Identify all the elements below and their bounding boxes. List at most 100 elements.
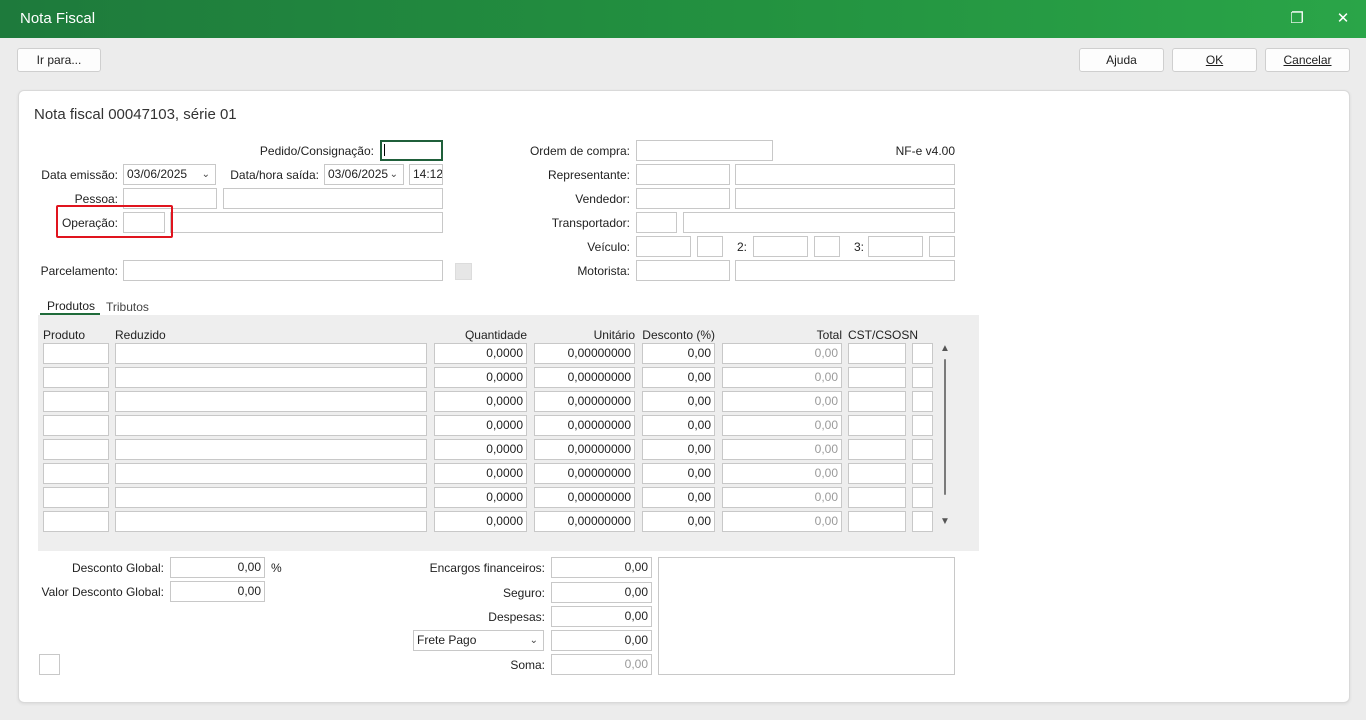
veiculo-plate-input[interactable] (636, 236, 691, 257)
row-extra-cell[interactable] (912, 463, 933, 484)
encargos-input[interactable]: 0,00 (551, 557, 652, 578)
row-extra-cell[interactable] (912, 487, 933, 508)
cell-desconto[interactable]: 0,00 (642, 511, 715, 532)
row-extra-cell[interactable] (912, 367, 933, 388)
cell-cst[interactable] (848, 391, 906, 412)
restore-icon[interactable]: ❐ (1287, 9, 1307, 29)
veiculo-2-uf-input[interactable] (814, 236, 840, 257)
cell-desconto[interactable]: 0,00 (642, 439, 715, 460)
vendedor-name-input[interactable] (735, 188, 955, 209)
cell-quantidade[interactable]: 0,0000 (434, 487, 527, 508)
cell-quantidade[interactable]: 0,0000 (434, 511, 527, 532)
row-extra-cell[interactable] (912, 415, 933, 436)
cell-reduzido[interactable] (115, 463, 427, 484)
cell-unitario[interactable]: 0,00000000 (534, 463, 635, 484)
cell-desconto[interactable]: 0,00 (642, 367, 715, 388)
pedido-input[interactable] (380, 140, 443, 161)
cell-cst[interactable] (848, 511, 906, 532)
transportador-code-input[interactable] (636, 212, 677, 233)
cell-produto[interactable] (43, 439, 109, 460)
cell-unitario[interactable]: 0,00000000 (534, 415, 635, 436)
motorista-code-input[interactable] (636, 260, 730, 281)
cell-unitario[interactable]: 0,00000000 (534, 343, 635, 364)
cell-produto[interactable] (43, 415, 109, 436)
observacoes-textarea[interactable] (658, 557, 955, 675)
cell-cst[interactable] (848, 463, 906, 484)
cell-desconto[interactable]: 0,00 (642, 415, 715, 436)
bottom-checkbox[interactable] (39, 654, 60, 675)
cell-desconto[interactable]: 0,00 (642, 463, 715, 484)
transportador-name-input[interactable] (683, 212, 955, 233)
scroll-down-icon[interactable]: ▼ (940, 516, 950, 527)
operacao-desc-input[interactable] (170, 212, 443, 233)
grid-scrollbar[interactable]: ▲ ▼ (939, 343, 951, 531)
hora-saida-input[interactable]: 14:12 (409, 164, 443, 185)
cell-cst[interactable] (848, 487, 906, 508)
ok-button[interactable]: OK (1172, 48, 1257, 72)
motorista-name-input[interactable] (735, 260, 955, 281)
veiculo-2-plate-input[interactable] (753, 236, 808, 257)
representante-name-input[interactable] (735, 164, 955, 185)
frete-select[interactable]: Frete Pago ⌄ (413, 630, 544, 651)
cell-quantidade[interactable]: 0,0000 (434, 367, 527, 388)
cell-unitario[interactable]: 0,00000000 (534, 439, 635, 460)
cell-produto[interactable] (43, 343, 109, 364)
cell-produto[interactable] (43, 511, 109, 532)
data-saida-picker[interactable]: 03/06/2025 ⌄ (324, 164, 404, 185)
cell-unitario[interactable]: 0,00000000 (534, 511, 635, 532)
veiculo-3-uf-input[interactable] (929, 236, 955, 257)
cell-reduzido[interactable] (115, 511, 427, 532)
cell-quantidade[interactable]: 0,0000 (434, 391, 527, 412)
cell-cst[interactable] (848, 439, 906, 460)
seguro-input[interactable]: 0,00 (551, 582, 652, 603)
row-extra-cell[interactable] (912, 511, 933, 532)
veiculo-uf-input[interactable] (697, 236, 723, 257)
despesas-input[interactable]: 0,00 (551, 606, 652, 627)
cell-unitario[interactable]: 0,00000000 (534, 367, 635, 388)
cell-quantidade[interactable]: 0,0000 (434, 343, 527, 364)
cell-desconto[interactable]: 0,00 (642, 487, 715, 508)
row-extra-cell[interactable] (912, 391, 933, 412)
parcelamento-button[interactable] (455, 263, 472, 280)
cell-unitario[interactable]: 0,00000000 (534, 487, 635, 508)
cell-cst[interactable] (848, 367, 906, 388)
cell-produto[interactable] (43, 391, 109, 412)
row-extra-cell[interactable] (912, 439, 933, 460)
valor-desconto-input[interactable]: 0,00 (170, 581, 265, 602)
cell-quantidade[interactable]: 0,0000 (434, 439, 527, 460)
goto-button[interactable]: Ir para... (17, 48, 101, 72)
veiculo-3-plate-input[interactable] (868, 236, 923, 257)
tab-tributos[interactable]: Tributos (106, 300, 149, 314)
cell-produto[interactable] (43, 487, 109, 508)
representante-code-input[interactable] (636, 164, 730, 185)
cell-desconto[interactable]: 0,00 (642, 391, 715, 412)
vendedor-code-input[interactable] (636, 188, 730, 209)
cell-reduzido[interactable] (115, 415, 427, 436)
cell-reduzido[interactable] (115, 343, 427, 364)
cell-reduzido[interactable] (115, 487, 427, 508)
cancel-button[interactable]: Cancelar (1265, 48, 1350, 72)
cell-reduzido[interactable] (115, 391, 427, 412)
cell-produto[interactable] (43, 463, 109, 484)
data-emissao-picker[interactable]: 03/06/2025 ⌄ (123, 164, 216, 185)
frete-input[interactable]: 0,00 (551, 630, 652, 651)
cell-cst[interactable] (848, 415, 906, 436)
desconto-global-input[interactable]: 0,00 (170, 557, 265, 578)
help-button[interactable]: Ajuda (1079, 48, 1164, 72)
cell-quantidade[interactable]: 0,0000 (434, 463, 527, 484)
cell-unitario[interactable]: 0,00000000 (534, 391, 635, 412)
cell-reduzido[interactable] (115, 439, 427, 460)
close-icon[interactable]: ✕ (1333, 9, 1353, 29)
scroll-up-icon[interactable]: ▲ (940, 343, 950, 354)
cell-produto[interactable] (43, 367, 109, 388)
row-extra-cell[interactable] (912, 343, 933, 364)
cell-quantidade[interactable]: 0,0000 (434, 415, 527, 436)
cell-cst[interactable] (848, 343, 906, 364)
pessoa-name-input[interactable] (223, 188, 443, 209)
parcelamento-input[interactable] (123, 260, 443, 281)
cell-desconto[interactable]: 0,00 (642, 343, 715, 364)
ordem-compra-input[interactable] (636, 140, 773, 161)
cell-reduzido[interactable] (115, 367, 427, 388)
scroll-thumb[interactable] (944, 359, 946, 495)
tab-produtos[interactable]: Produtos (47, 299, 95, 313)
